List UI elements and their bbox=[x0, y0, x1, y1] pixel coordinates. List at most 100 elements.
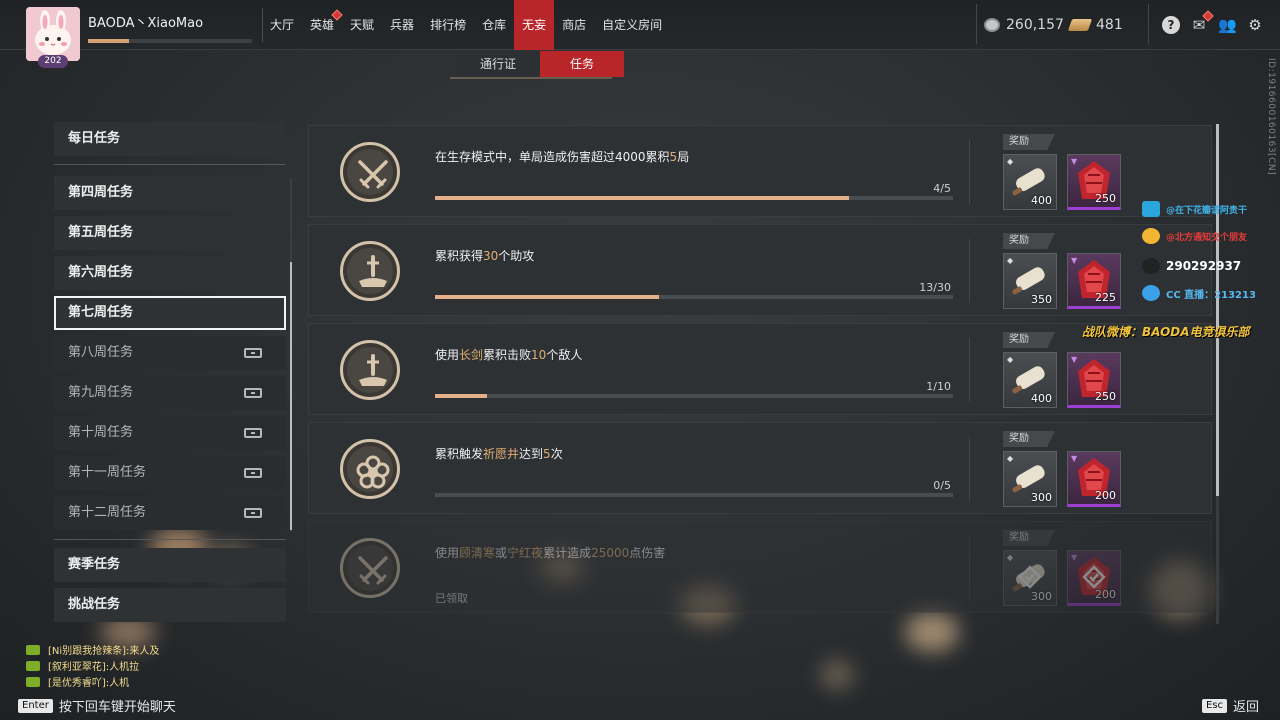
nav-item-label: 英雄 bbox=[310, 18, 335, 32]
tab-tasks[interactable]: 任务 bbox=[540, 51, 624, 77]
nav-item-7[interactable]: 商店 bbox=[554, 0, 594, 50]
sidebar-item-week[interactable]: 第九周任务 bbox=[54, 376, 286, 410]
reward-gem[interactable]: ▼ 200 bbox=[1067, 550, 1121, 606]
nav-item-5[interactable]: 仓库 bbox=[474, 0, 514, 50]
chat-channel-icon bbox=[26, 676, 40, 687]
subtab-bar: 通行证 任务 bbox=[456, 51, 624, 77]
chat-message-text: [Ni别跟我抢辣条]:来人及 bbox=[48, 646, 160, 657]
sidebar-item-week[interactable]: 第十一周任务 bbox=[54, 456, 286, 490]
rarity-icon: ◆ bbox=[1007, 454, 1014, 463]
chat-input-hint[interactable]: Enter 按下回车键开始聊天 bbox=[18, 696, 176, 715]
reward-scroll[interactable]: ◆ 400 bbox=[1003, 154, 1057, 210]
nav-item-label: 自定义房间 bbox=[602, 18, 663, 32]
reward-quantity: 200 bbox=[1095, 588, 1116, 601]
reward-scroll[interactable]: ◆ 400 bbox=[1003, 352, 1057, 408]
task-text: 使用 bbox=[435, 348, 460, 362]
player-name[interactable]: BAODA丶XiaoMao bbox=[88, 12, 203, 31]
reward-gem[interactable]: ▼ 200 bbox=[1067, 451, 1121, 507]
task-highlight: 5 bbox=[543, 447, 551, 461]
nav-item-label: 商店 bbox=[562, 18, 587, 32]
back-button[interactable]: Esc 返回 bbox=[1202, 696, 1259, 715]
sidebar-item-week[interactable]: 第八周任务 bbox=[54, 336, 286, 370]
task-text: 在生存模式中，单局造成伤害超过4000累积 bbox=[435, 150, 670, 164]
task-list-scroll-thumb[interactable] bbox=[1216, 124, 1219, 496]
reward-scroll[interactable]: ◆ 300 bbox=[1003, 451, 1057, 507]
weibo-icon bbox=[1142, 228, 1160, 244]
divider bbox=[969, 140, 970, 204]
sidebar-item-season[interactable]: 赛季任务 bbox=[54, 548, 286, 582]
sidebar-item-label: 第九周任务 bbox=[68, 385, 134, 400]
task-progress-bar bbox=[435, 295, 953, 299]
reward-scroll[interactable]: ◆ 300 bbox=[1003, 550, 1057, 606]
nav-item-3[interactable]: 兵器 bbox=[382, 0, 422, 50]
rabbit-avatar-icon bbox=[26, 7, 80, 61]
divider bbox=[54, 539, 286, 540]
gold-balance: 481 bbox=[1067, 0, 1123, 50]
task-text: 次 bbox=[550, 447, 563, 461]
task-progress-fill bbox=[435, 196, 850, 200]
task-highlight: 10 bbox=[531, 348, 547, 362]
sidebar-scroll-thumb[interactable] bbox=[290, 262, 292, 530]
chat-message: [叙利亚翠花]:人机拉 bbox=[26, 658, 139, 673]
top-bar: 202 BAODA丶XiaoMao 大厅 英雄 天赋 兵器 排行榜 仓库 无妄 商店 自定义房间… bbox=[0, 0, 1280, 68]
divider bbox=[262, 8, 263, 42]
sidebar-item-week[interactable]: 第四周任务 bbox=[54, 176, 286, 210]
nav-item-label: 大厅 bbox=[270, 18, 295, 32]
sidebar-item-week[interactable]: 第七周任务 bbox=[54, 296, 286, 330]
reward-quantity: 400 bbox=[1031, 392, 1052, 405]
task-text: 累积触发 bbox=[435, 447, 484, 461]
reward-scroll[interactable]: ◆ 350 bbox=[1003, 253, 1057, 309]
reward-quantity: 300 bbox=[1031, 491, 1052, 504]
reward-gem[interactable]: ▼ 225 bbox=[1067, 253, 1121, 309]
nav-item-0[interactable]: 大厅 bbox=[262, 0, 302, 50]
nav-item-label: 天赋 bbox=[350, 18, 375, 32]
task-progress-bar bbox=[435, 493, 953, 497]
reward-quantity: 250 bbox=[1095, 192, 1116, 205]
reward-label: 奖励 bbox=[1003, 134, 1055, 150]
sidebar-item-label: 第七周任务 bbox=[68, 305, 134, 320]
player-avatar[interactable] bbox=[26, 7, 80, 61]
task-emblem bbox=[340, 538, 400, 598]
sidebar-item-challenge[interactable]: 挑战任务 bbox=[54, 588, 286, 622]
sidebar-item-label: 第八周任务 bbox=[68, 345, 134, 360]
settings-icon[interactable]: ⚙ bbox=[1246, 16, 1264, 34]
nav-item-2[interactable]: 天赋 bbox=[342, 0, 382, 50]
nav-item-1[interactable]: 英雄 bbox=[302, 0, 343, 50]
help-icon[interactable]: ? bbox=[1162, 16, 1180, 34]
nav-item-4[interactable]: 排行榜 bbox=[422, 0, 474, 50]
lock-icon bbox=[244, 388, 262, 398]
reward-quantity: 200 bbox=[1095, 489, 1116, 502]
mail-icon[interactable]: ✉ bbox=[1190, 10, 1214, 34]
divider bbox=[1148, 4, 1149, 44]
rarity-icon: ◆ bbox=[1007, 355, 1014, 364]
reward-label: 奖励 bbox=[1003, 530, 1055, 546]
sidebar-item-week[interactable]: 第十周任务 bbox=[54, 416, 286, 450]
sidebar-item-label: 第六周任务 bbox=[68, 265, 134, 280]
sidebar-item-daily[interactable]: 每日任务 bbox=[54, 122, 286, 156]
rarity-icon: ◆ bbox=[1007, 256, 1014, 265]
xp-bar bbox=[88, 39, 252, 43]
bilibili-icon bbox=[1142, 201, 1160, 217]
sidebar-item-week[interactable]: 第十二周任务 bbox=[54, 496, 286, 530]
nav-item-8[interactable]: 自定义房间 bbox=[594, 0, 670, 50]
task-progress-fill bbox=[435, 394, 487, 398]
divider bbox=[969, 437, 970, 501]
task-progress-count: 0/5 bbox=[933, 479, 951, 492]
divider bbox=[969, 239, 970, 303]
sidebar-item-label: 第十周任务 bbox=[68, 425, 134, 440]
chat-channel-icon bbox=[26, 644, 40, 655]
enter-hint-text: 按下回车键开始聊天 bbox=[58, 700, 176, 715]
friends-icon[interactable]: 👥 bbox=[1218, 16, 1237, 34]
sidebar-item-week[interactable]: 第五周任务 bbox=[54, 216, 286, 250]
reward-gem[interactable]: ▼ 250 bbox=[1067, 352, 1121, 408]
gold-bar-icon bbox=[1067, 19, 1093, 31]
player-level-badge: 202 bbox=[38, 55, 68, 68]
divider bbox=[969, 338, 970, 402]
back-label: 返回 bbox=[1233, 700, 1260, 715]
nav-item-6[interactable]: 无妄 bbox=[514, 0, 555, 50]
sidebar-item-week[interactable]: 第六周任务 bbox=[54, 256, 286, 290]
task-card: 使用顾清寒或宁红夜累计造成25000点伤害 已领取 奖励 ◆ 300 ▼ 200 bbox=[308, 521, 1212, 613]
reward-gem[interactable]: ▼ 250 bbox=[1067, 154, 1121, 210]
tab-battle-pass[interactable]: 通行证 bbox=[456, 51, 540, 77]
task-card: 累积获得30个助攻 13/30 奖励 ◆ 350 ▼ 225 bbox=[308, 224, 1212, 316]
